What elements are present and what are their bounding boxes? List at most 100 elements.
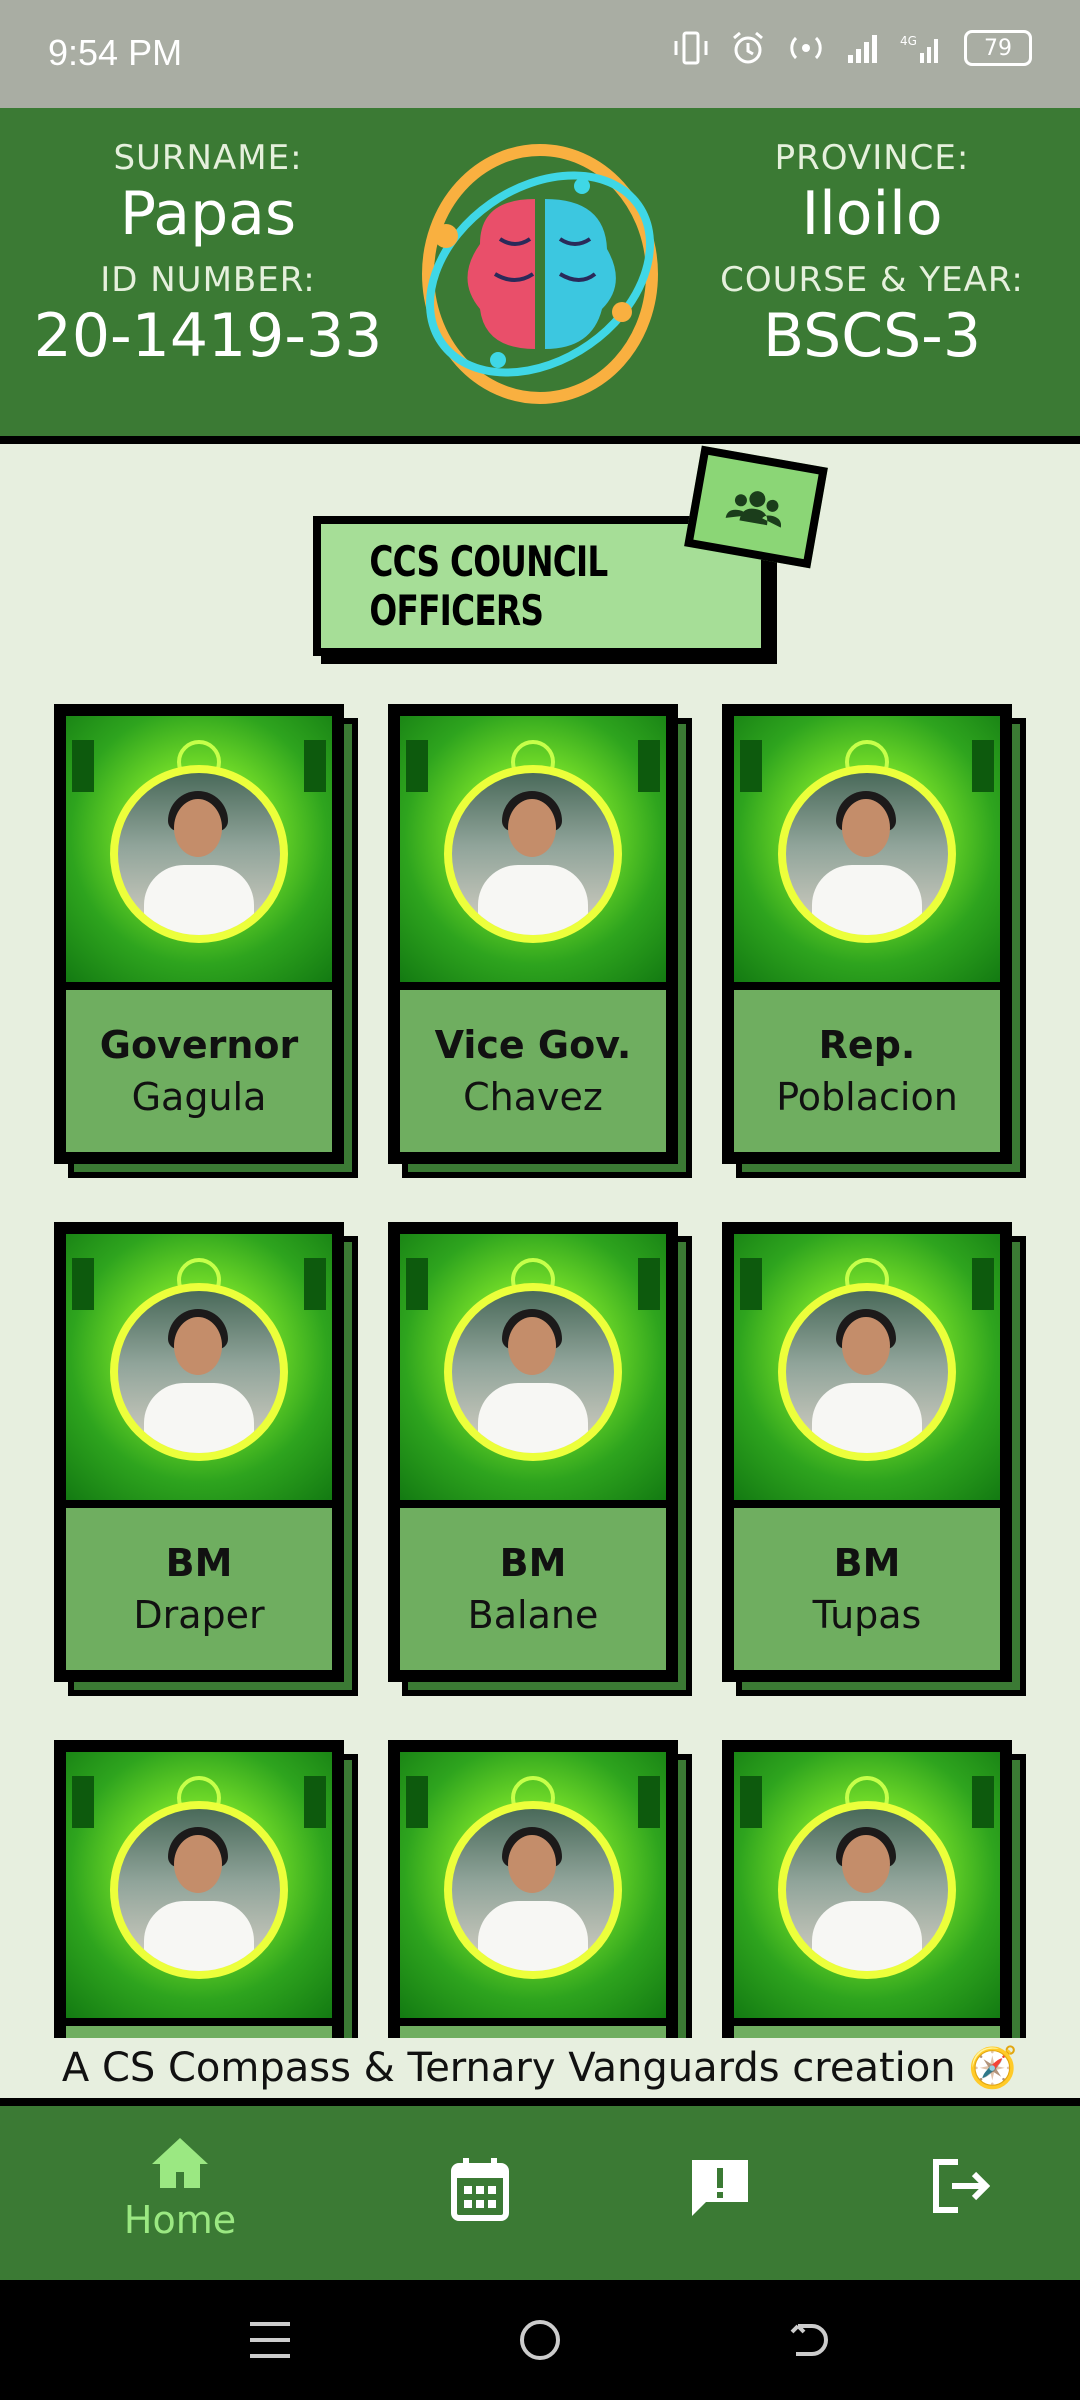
officer-info: Governor Gagula (66, 990, 332, 1152)
section-title: CCS COUNCIL OFFICERS (369, 537, 608, 635)
signal-4g-icon: 4G (900, 34, 938, 63)
officer-photo (118, 773, 280, 936)
officer-card[interactable] (722, 1740, 1026, 2038)
officer-name: Gagula (131, 1075, 267, 1119)
photo-ring (778, 1283, 956, 1462)
nav-feedback[interactable] (640, 2136, 800, 2224)
officer-card[interactable]: Rep. Poblacion (722, 704, 1026, 1178)
officer-photo-frame (400, 1234, 666, 1500)
officer-photo-frame (734, 716, 1000, 982)
card-tag-left (406, 1258, 428, 1310)
officer-info (734, 2026, 1000, 2038)
officer-info: BM Tupas (734, 1508, 1000, 1670)
officer-photo-frame (66, 1752, 332, 2018)
bottom-nav: Home (0, 2098, 1080, 2280)
officer-info (400, 2026, 666, 2038)
home-circle-icon[interactable] (518, 2318, 562, 2362)
officer-role: BM (499, 1541, 567, 1585)
officer-info: BM Draper (66, 1508, 332, 1670)
card-tag-right (304, 1258, 326, 1310)
id-value: 20-1419-33 (33, 301, 383, 371)
officer-card[interactable]: Governor Gagula (54, 704, 358, 1178)
surname-label: SURNAME: (113, 138, 303, 178)
card-tag-right (304, 740, 326, 792)
officer-grid: Governor Gagula Vice Gov. Chavez Rep. Poblaci… (0, 700, 1080, 2038)
card-tag-left (740, 1258, 762, 1310)
photo-ring (444, 1801, 622, 1980)
officer-card[interactable]: BM Tupas (722, 1222, 1026, 1696)
card-tag-left (740, 1776, 762, 1828)
card-tag-right (972, 1258, 994, 1310)
card-tag-left (406, 740, 428, 792)
alarm-icon (733, 31, 763, 64)
officer-name: Draper (133, 1593, 265, 1637)
card-face: Vice Gov. Chavez (388, 704, 678, 1164)
id-label: ID NUMBER: (100, 260, 316, 300)
officer-card[interactable] (388, 1740, 692, 2038)
nav-home[interactable]: Home (100, 2136, 260, 2242)
officer-photo (118, 1809, 280, 1972)
photo-ring (110, 765, 288, 944)
officer-name: Chavez (463, 1075, 603, 1119)
menu-icon[interactable] (246, 2320, 294, 2360)
card-tag-left (406, 1776, 428, 1828)
officer-photo (452, 1291, 614, 1454)
officer-photo-frame (66, 1234, 332, 1500)
surname-value: Papas (119, 179, 297, 249)
officer-name: Balane (467, 1593, 599, 1637)
officer-name: Tupas (812, 1593, 922, 1637)
status-time: 9:54 PM (48, 32, 183, 73)
system-nav-bar (0, 2280, 1080, 2400)
nav-calendar[interactable] (400, 2136, 560, 2226)
card-face (54, 1740, 344, 2038)
officer-card[interactable]: Vice Gov. Chavez (388, 704, 692, 1178)
officer-photo-frame (734, 1234, 1000, 1500)
card-face: BM Balane (388, 1222, 678, 1682)
photo-ring (110, 1801, 288, 1980)
card-tag-right (638, 740, 660, 792)
officer-info: BM Balane (400, 1508, 666, 1670)
card-face (722, 1740, 1012, 2038)
officer-card[interactable] (54, 1740, 358, 2038)
hotspot-icon (790, 36, 822, 60)
back-icon[interactable] (786, 2318, 830, 2362)
officer-name: Poblacion (776, 1075, 958, 1119)
photo-ring (110, 1283, 288, 1462)
officer-photo (118, 1291, 280, 1454)
vibrate-icon (674, 31, 708, 65)
profile-header: SURNAME: Papas ID NUMBER: 20-1419-33 PRO… (0, 108, 1080, 444)
svg-text:4G: 4G (900, 34, 917, 48)
officer-info: Vice Gov. Chavez (400, 990, 666, 1152)
nav-logout[interactable] (880, 2136, 1040, 2220)
status-icons: 4G 79 (672, 30, 1032, 66)
home-icon (152, 2138, 208, 2188)
officer-photo (786, 1291, 948, 1454)
officer-role: BM (165, 1541, 233, 1585)
province-value: Iloilo (801, 179, 943, 249)
officer-role: BM (833, 1541, 901, 1585)
officer-photo-frame (734, 1752, 1000, 2018)
card-face: BM Draper (54, 1222, 344, 1682)
status-bar: 9:54 PM 4G 79 (0, 0, 1080, 108)
officer-photo-frame (400, 716, 666, 982)
card-face (388, 1740, 678, 2038)
card-tag-left (740, 740, 762, 792)
feedback-icon (692, 2160, 748, 2216)
officer-photo-frame (66, 716, 332, 982)
card-tag-right (972, 740, 994, 792)
card-tag-left (72, 1258, 94, 1310)
logout-icon (933, 2159, 991, 2213)
officer-photo (786, 1809, 948, 1972)
card-face: BM Tupas (722, 1222, 1012, 1682)
course-value: BSCS-3 (763, 301, 981, 371)
photo-ring (444, 765, 622, 944)
footer-credit: A CS Compass & Ternary Vanguards creatio… (0, 2040, 1080, 2096)
officer-photo (452, 1809, 614, 1972)
officer-card[interactable]: BM Draper (54, 1222, 358, 1696)
officer-role: Rep. (818, 1023, 916, 1067)
group-badge (684, 445, 828, 569)
officer-card[interactable]: BM Balane (388, 1222, 692, 1696)
calendar-icon (451, 2158, 509, 2221)
card-tag-left (72, 1776, 94, 1828)
officer-photo-frame (400, 1752, 666, 2018)
